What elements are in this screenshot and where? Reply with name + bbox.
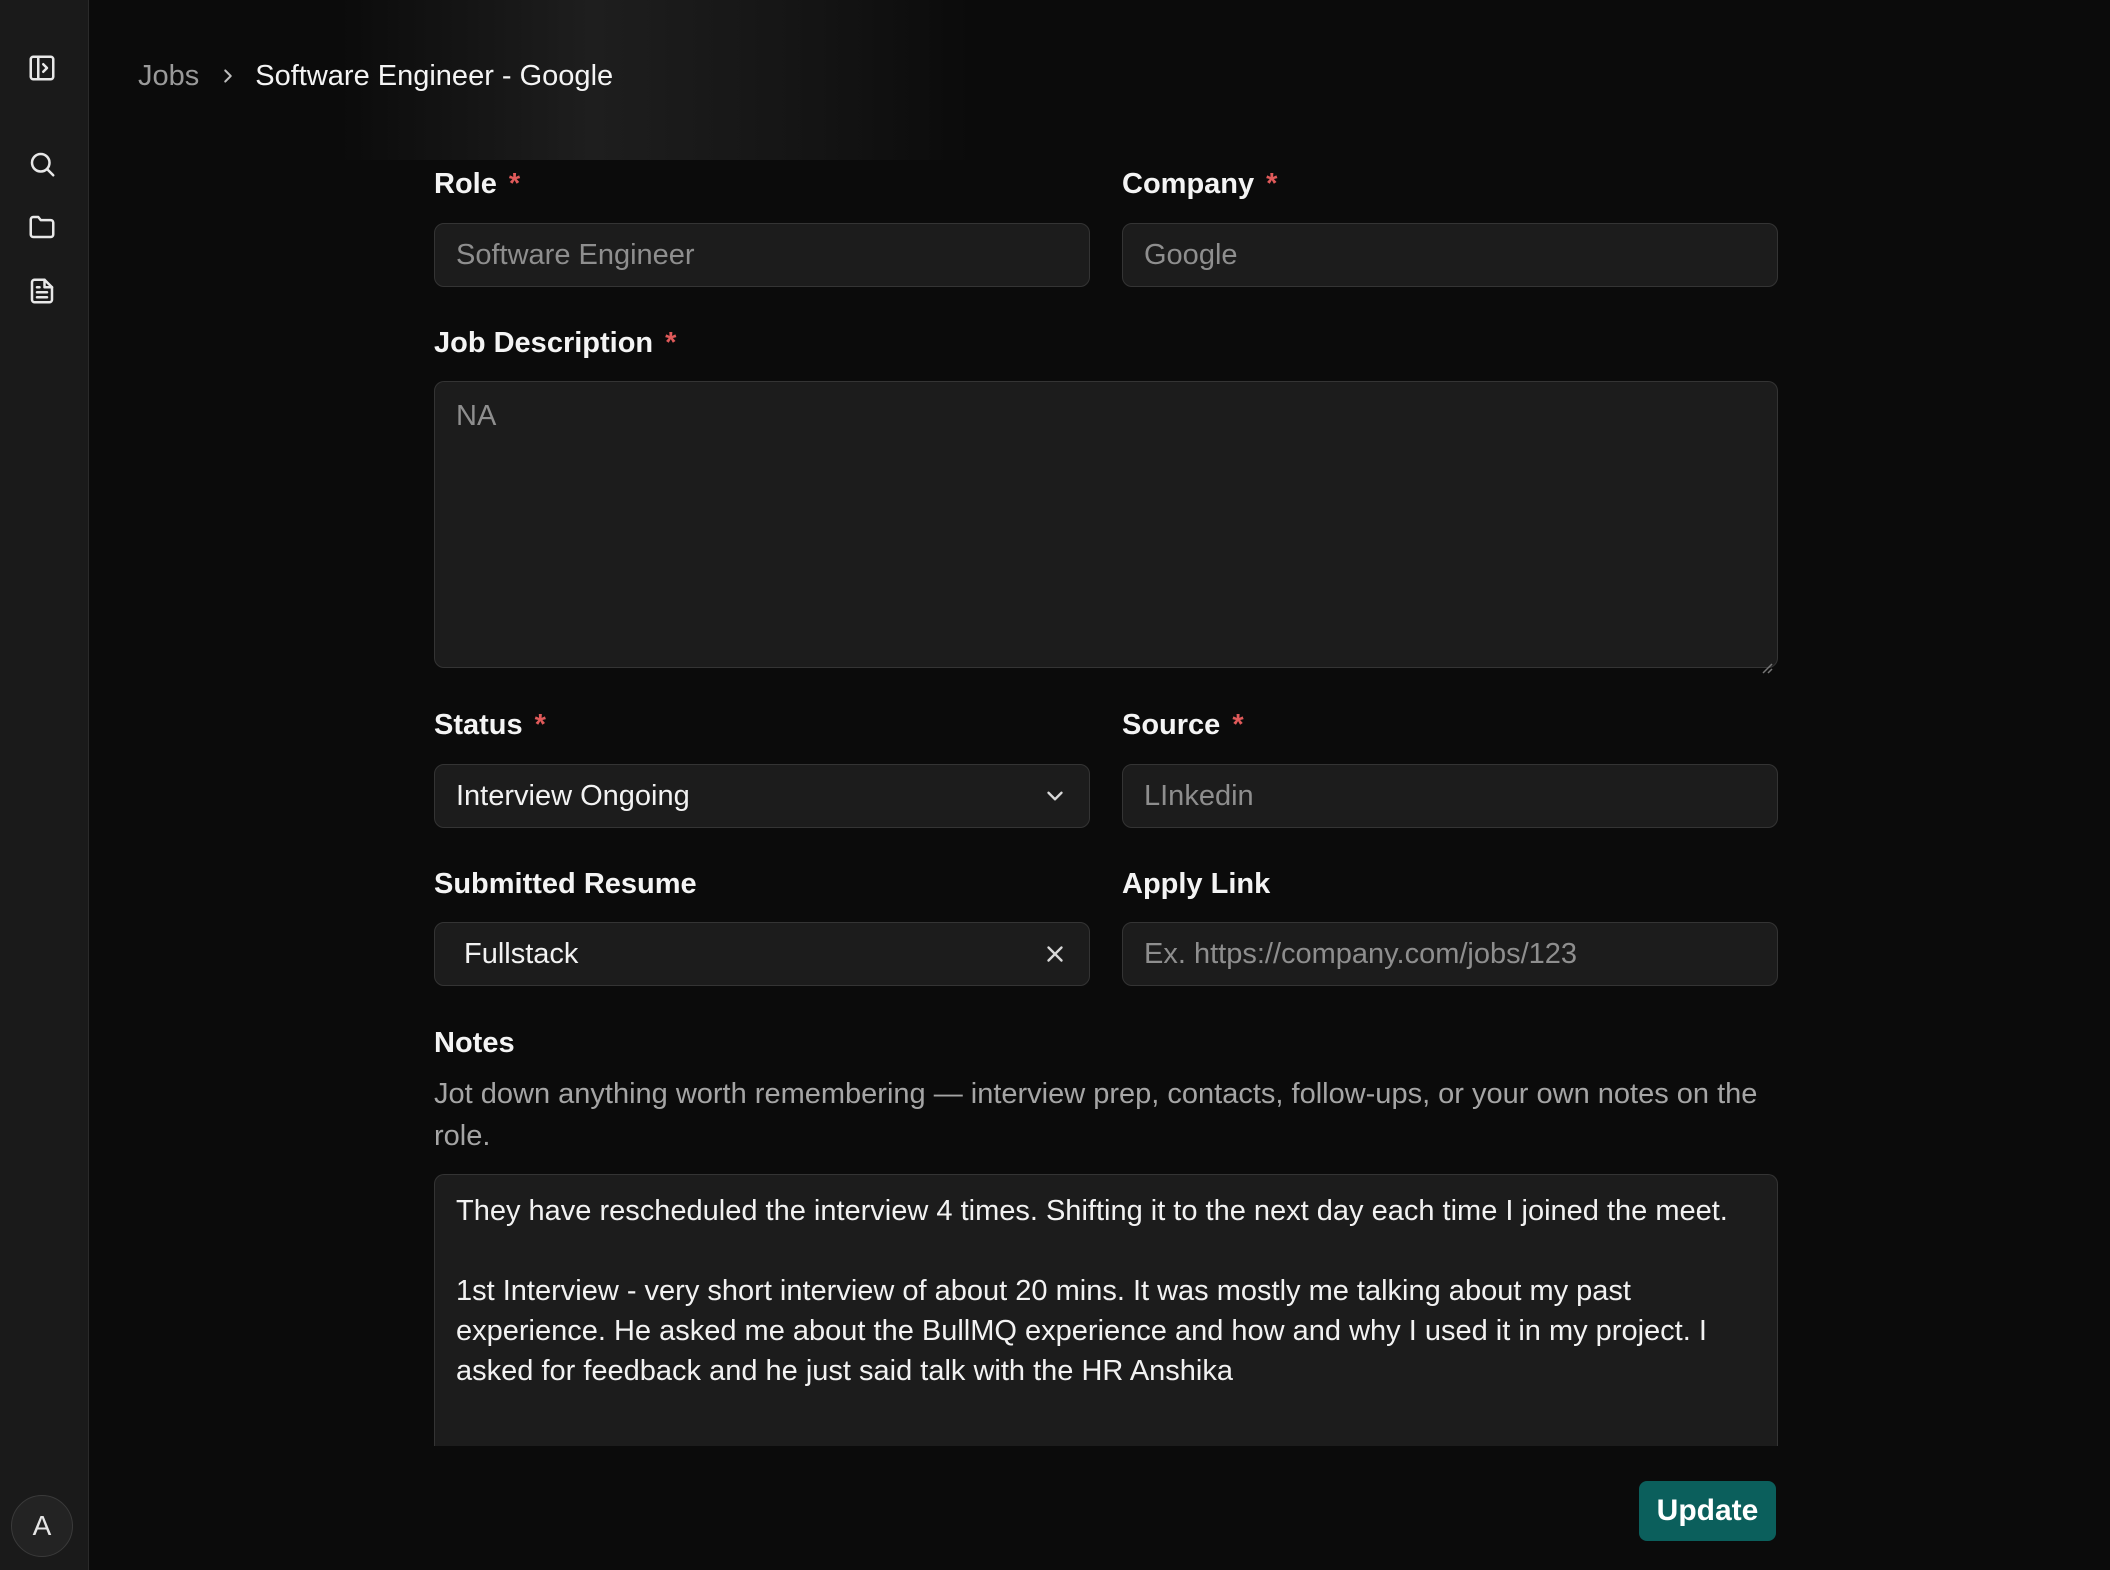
clear-selection-icon[interactable] [1042, 941, 1068, 967]
role-label-text: Role [434, 168, 497, 200]
sidebar: A [0, 0, 89, 1570]
apply-link-input[interactable]: Ex. https://company.com/jobs/123 [1122, 922, 1778, 986]
company-label: Company * [1122, 168, 1277, 201]
role-input[interactable]: Software Engineer [434, 223, 1090, 287]
apply-link-label-text: Apply Link [1122, 868, 1271, 900]
role-placeholder: Software Engineer [456, 238, 695, 271]
submitted-resume-label-text: Submitted Resume [434, 868, 697, 900]
notes-paragraph: They have rescheduled the interview 4 ti… [456, 1195, 1728, 1227]
submitted-resume-select[interactable]: Fullstack [434, 922, 1090, 986]
toggle-sidebar-button[interactable] [20, 46, 64, 90]
search-button[interactable] [20, 142, 64, 186]
breadcrumb: Jobs Software Engineer - Google [138, 54, 613, 98]
submitted-resume-value: Fullstack [464, 937, 579, 970]
breadcrumb-jobs-link[interactable]: Jobs [138, 60, 199, 93]
source-input[interactable]: LInkedin [1122, 764, 1778, 828]
company-input[interactable]: Google [1122, 223, 1778, 287]
chevron-down-icon [1042, 783, 1068, 809]
app-root: A Jobs Software Engineer - Google Role * … [0, 0, 2110, 1570]
apply-link-placeholder: Ex. https://company.com/jobs/123 [1144, 937, 1578, 970]
job-description-label-text: Job Description [434, 327, 654, 359]
required-mark: * [665, 327, 677, 359]
status-select[interactable]: Interview Ongoing [434, 764, 1090, 828]
status-label-text: Status [434, 709, 523, 741]
source-label-text: Source [1122, 709, 1221, 741]
notes-blank-line [456, 1231, 1756, 1271]
source-label: Source * [1122, 709, 1244, 742]
required-mark: * [534, 709, 546, 741]
job-description-placeholder: NA [456, 400, 497, 432]
chevron-right-icon [217, 65, 239, 87]
required-mark: * [508, 168, 521, 200]
apply-link-label: Apply Link [1122, 868, 1270, 901]
notes-paragraph: 1st Interview - very short interview of … [456, 1275, 1707, 1387]
resize-handle-icon[interactable] [1759, 649, 1773, 674]
folder-button[interactable] [20, 205, 64, 249]
job-description-textarea[interactable]: NA [434, 381, 1778, 674]
required-mark: * [1232, 709, 1244, 741]
main-content: Jobs Software Engineer - Google Role * So… [90, 0, 2110, 1570]
file-text-icon [30, 278, 54, 304]
notes-label-text: Notes [434, 1027, 515, 1059]
panel-toggle-icon [29, 55, 55, 81]
breadcrumb-current: Software Engineer - Google [255, 59, 614, 92]
documents-button[interactable] [20, 269, 64, 313]
submitted-resume-label: Submitted Resume [434, 868, 697, 901]
notes-label: Notes [434, 1027, 515, 1060]
status-value: Interview Ongoing [456, 779, 690, 812]
avatar[interactable]: A [11, 1495, 73, 1557]
update-button[interactable]: Update [1639, 1481, 1776, 1541]
notes-textarea[interactable]: They have rescheduled the interview 4 ti… [434, 1174, 1778, 1446]
company-label-text: Company [1122, 168, 1255, 200]
company-placeholder: Google [1144, 238, 1238, 271]
search-icon [30, 152, 55, 177]
job-description-label: Job Description * [434, 327, 676, 360]
notes-helper-text: Jot down anything worth remembering — in… [434, 1078, 1758, 1152]
source-placeholder: LInkedin [1144, 779, 1254, 812]
folder-icon [29, 215, 55, 239]
role-label: Role * [434, 168, 520, 201]
status-label: Status * [434, 709, 546, 742]
required-mark: * [1266, 168, 1278, 200]
